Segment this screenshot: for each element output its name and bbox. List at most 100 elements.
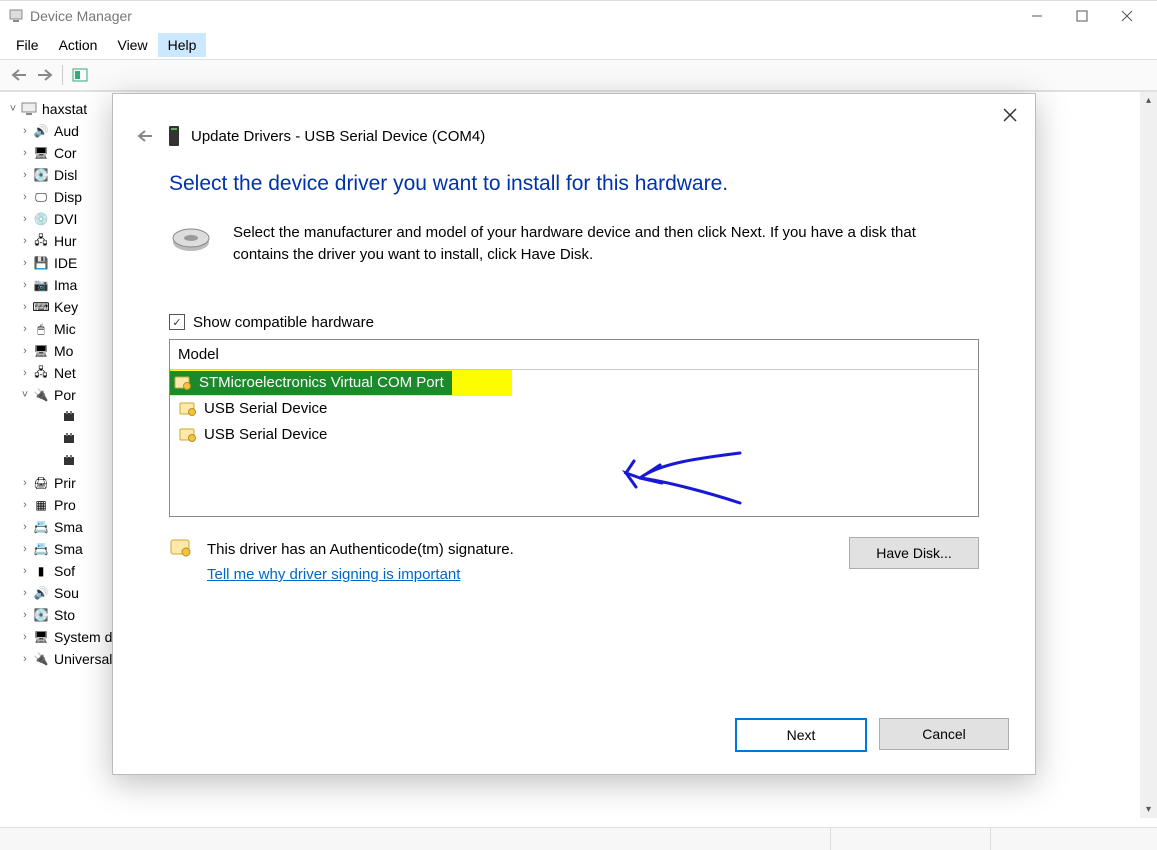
tree-item-label: IDE (54, 255, 77, 271)
tree-item-label: Net (54, 365, 76, 381)
tree-item-label: DVI (54, 211, 77, 227)
expand-icon[interactable]: › (18, 125, 32, 137)
maximize-button[interactable] (1059, 1, 1104, 31)
expand-icon[interactable]: › (18, 587, 32, 599)
device-category-icon: 📷 (32, 277, 50, 293)
model-name: USB Serial Device (204, 426, 327, 443)
expand-icon[interactable]: › (18, 169, 32, 181)
statusbar (0, 827, 1157, 850)
expand-icon[interactable]: › (18, 301, 32, 313)
model-list-header: Model (170, 340, 978, 370)
device-category-icon: ▦ (32, 497, 50, 513)
device-category-icon: 🖱 (32, 321, 50, 337)
tree-item-label: Prir (54, 475, 76, 491)
dialog-instruction: Select the manufacturer and model of you… (233, 222, 933, 266)
tree-item-label: Disp (54, 189, 82, 205)
model-list-item[interactable]: USB Serial Device (170, 396, 978, 422)
scroll-up-icon[interactable]: ▴ (1140, 92, 1157, 109)
tree-item-label: Sma (54, 541, 83, 557)
expand-icon[interactable]: ˅ (18, 389, 32, 401)
device-category-icon: 💽 (32, 167, 50, 183)
window-title: Device Manager (30, 8, 132, 24)
show-hidden-button[interactable] (67, 64, 93, 86)
expand-icon[interactable]: › (18, 609, 32, 621)
tree-item-label: Sma (54, 519, 83, 535)
show-compatible-checkbox[interactable]: ✓ Show compatible hardware (169, 314, 979, 331)
dialog-title: Update Drivers - USB Serial Device (COM4… (191, 128, 485, 145)
vertical-scrollbar[interactable]: ▴ ▾ (1140, 92, 1157, 818)
tree-item-label: Cor (54, 145, 77, 161)
model-name: STMicroelectronics Virtual COM Port (199, 374, 444, 391)
device-category-icon: 🔊 (32, 585, 50, 601)
back-button[interactable] (6, 64, 32, 86)
close-button[interactable] (1104, 1, 1149, 31)
have-disk-button[interactable]: Have Disk... (849, 537, 979, 569)
menu-action[interactable]: Action (49, 33, 108, 57)
device-category-icon: 🖵 (32, 189, 50, 205)
tree-item-label: Disl (54, 167, 77, 183)
tree-item-label: Mic (54, 321, 76, 337)
model-list-item[interactable]: STMicroelectronics Virtual COM Port (170, 370, 978, 396)
expand-icon[interactable]: › (18, 191, 32, 203)
expand-icon[interactable]: › (18, 543, 32, 555)
device-category-icon: 📇 (32, 519, 50, 535)
device-category-icon: 🖨 (32, 475, 50, 491)
menu-file[interactable]: File (6, 33, 49, 57)
device-manager-window: Device Manager File Action View Help ˅ h… (0, 0, 1157, 850)
port-icon (60, 453, 78, 469)
device-category-icon: 🖥 (32, 629, 50, 645)
tree-item-label: Sou (54, 585, 79, 601)
signature-text: This driver has an Authenticode(tm) sign… (207, 537, 514, 563)
device-category-icon: 🖥 (32, 145, 50, 161)
dialog-back-button[interactable] (133, 124, 157, 148)
device-category-icon: ▮ (32, 563, 50, 579)
tree-item-label: Sof (54, 563, 75, 579)
signature-help-link[interactable]: Tell me why driver signing is important (207, 566, 460, 583)
menu-help[interactable]: Help (158, 33, 207, 57)
update-drivers-dialog: Update Drivers - USB Serial Device (COM4… (112, 93, 1036, 775)
tree-item-label: Ima (54, 277, 77, 293)
expand-icon[interactable]: › (18, 257, 32, 269)
expand-icon[interactable]: › (18, 521, 32, 533)
device-category-icon: 💾 (32, 255, 50, 271)
device-category-icon: ⌨ (32, 299, 50, 315)
expand-icon[interactable]: › (18, 147, 32, 159)
dialog-heading: Select the device driver you want to ins… (169, 172, 979, 196)
checkbox-icon: ✓ (169, 314, 185, 330)
expand-icon[interactable]: › (18, 631, 32, 643)
expand-icon[interactable]: › (18, 367, 32, 379)
minimize-button[interactable] (1014, 1, 1059, 31)
expand-icon[interactable]: › (18, 279, 32, 291)
tree-item-label: Key (54, 299, 78, 315)
port-icon (60, 409, 78, 425)
expand-icon[interactable]: › (18, 213, 32, 225)
menubar: File Action View Help (0, 31, 1157, 59)
device-category-icon: 💽 (32, 607, 50, 623)
tree-item-label: Aud (54, 123, 79, 139)
expand-icon[interactable]: › (18, 477, 32, 489)
scroll-down-icon[interactable]: ▾ (1140, 801, 1157, 818)
device-category-icon: 🔊 (32, 123, 50, 139)
toolbar (0, 59, 1157, 91)
device-category-icon: 📇 (32, 541, 50, 557)
forward-button[interactable] (32, 64, 58, 86)
expand-icon[interactable]: › (18, 235, 32, 247)
expand-icon[interactable]: › (18, 565, 32, 577)
menu-view[interactable]: View (107, 33, 157, 57)
show-compatible-label: Show compatible hardware (193, 314, 374, 331)
expand-icon[interactable]: › (18, 323, 32, 335)
tree-item-label: Pro (54, 497, 76, 513)
model-listbox[interactable]: Model STMicroelectronics Virtual COM Por… (169, 339, 979, 517)
device-category-icon: 🔌 (32, 387, 50, 403)
expand-icon[interactable]: ˅ (6, 103, 20, 115)
expand-icon[interactable]: › (18, 653, 32, 665)
device-category-icon: 💿 (32, 211, 50, 227)
cancel-button[interactable]: Cancel (879, 718, 1009, 750)
certificate-icon (169, 537, 191, 559)
model-list-item[interactable]: USB Serial Device (170, 422, 978, 448)
expand-icon[interactable]: › (18, 499, 32, 511)
dialog-close-button[interactable] (995, 102, 1025, 128)
next-button[interactable]: Next (735, 718, 867, 752)
expand-icon[interactable]: › (18, 345, 32, 357)
device-category-icon: 🖧 (32, 365, 50, 381)
